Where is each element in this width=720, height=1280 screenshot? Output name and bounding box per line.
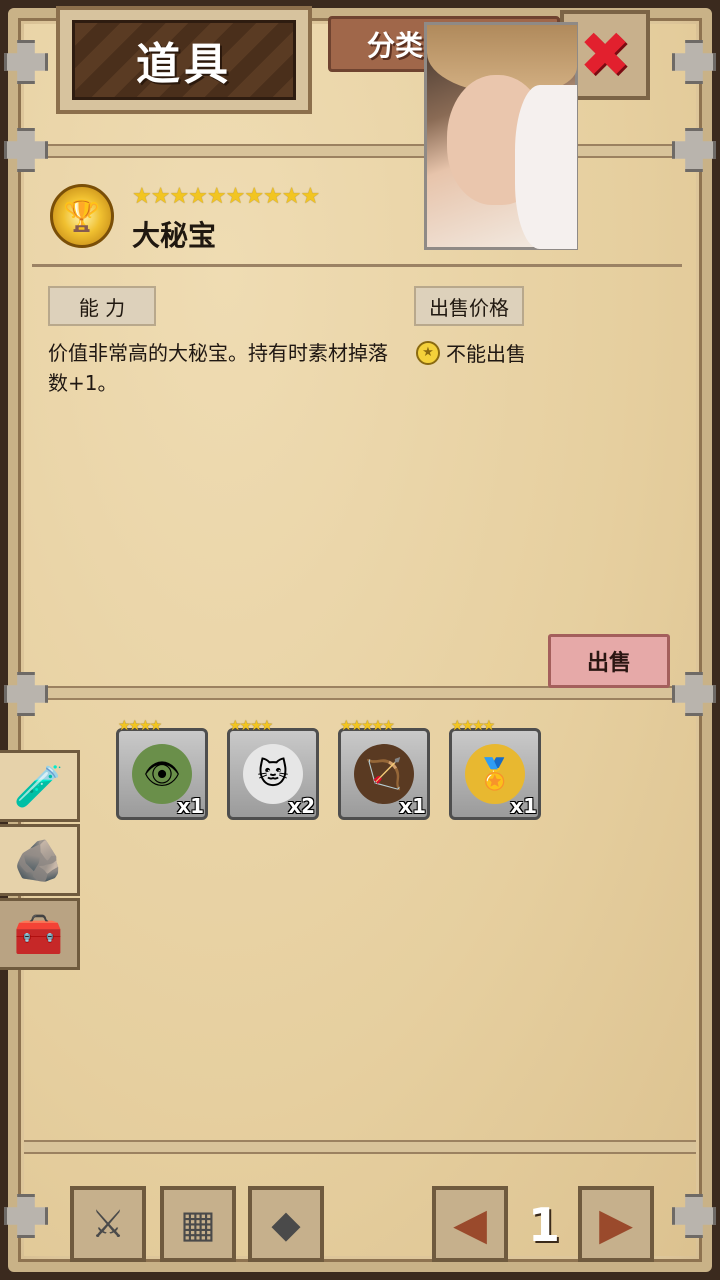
gem-icon: ◆ — [271, 1202, 301, 1246]
ability-label-text: 能 力 — [78, 295, 126, 320]
inventory-slot[interactable]: 🏅 ★★★★ x1 — [449, 718, 541, 820]
arrow-right-icon: ▶ — [599, 1198, 633, 1250]
next-page-button[interactable]: ▶ — [578, 1186, 654, 1262]
slot-stars: ★★★★★ — [340, 718, 395, 734]
title-plate: 道具 — [56, 6, 312, 114]
medal-glyph: 🏆 — [63, 198, 101, 234]
item-name: 大秘宝 — [132, 219, 217, 252]
price-value: ★ 不能出售 — [416, 338, 526, 367]
gem-filter-button[interactable]: ◆ — [248, 1186, 324, 1262]
inventory-slot[interactable]: 🐱 ★★★★ x2 — [227, 718, 319, 820]
ore-icon: 🪨 — [13, 837, 64, 884]
bottom-rule — [24, 1140, 696, 1154]
slot-count: x1 — [510, 794, 537, 818]
page-title: 道具 — [136, 39, 232, 90]
webcam-pillow — [515, 85, 577, 249]
slot-glyph: 👁 — [142, 756, 182, 792]
coin-icon: ★ — [416, 340, 440, 365]
category-label: 分类 — [367, 29, 424, 62]
slot-stars: ★★★★ — [451, 718, 495, 734]
treasure-tab[interactable]: 🧰 — [0, 898, 80, 970]
weapon-filter-button[interactable]: ⚔ — [70, 1186, 146, 1262]
armor-icon: ▦ — [180, 1202, 216, 1246]
slot-count: x1 — [399, 794, 426, 818]
arrow-left-icon: ◀ — [453, 1198, 487, 1250]
sell-button-label: 出售 — [586, 651, 631, 676]
top-rule — [24, 144, 696, 158]
crossed-swords-icon: ⚔ — [90, 1202, 126, 1246]
inventory-slot[interactable]: 🏹 ★★★★★ x1 — [338, 718, 430, 820]
sell-button[interactable]: 出售 — [548, 634, 670, 688]
armor-filter-button[interactable]: ▦ — [160, 1186, 236, 1262]
inventory-grid: 👁 ★★★★ x1 🐱 ★★★★ x2 🏹 ★★★★★ x1 🏅 ★★★★ x1 — [116, 718, 541, 820]
slot-glyph: 🏹 — [365, 756, 403, 792]
item-rarity-stars: ★★★★★★★★★★ — [132, 184, 320, 209]
inventory-slot[interactable]: 👁 ★★★★ x1 — [116, 718, 208, 820]
close-icon: ✖ — [579, 18, 631, 91]
potion-icon: 🧪 — [13, 763, 64, 810]
potion-tab[interactable]: 🧪 — [0, 750, 80, 822]
trophy-medal-icon: 🏆 — [50, 184, 114, 248]
slot-count: x2 — [288, 794, 315, 818]
ore-tab[interactable]: 🪨 — [0, 824, 80, 896]
ability-label: 能 力 — [48, 286, 156, 326]
slot-glyph: 🏅 — [476, 756, 514, 792]
chest-icon: 🧰 — [13, 911, 64, 958]
price-label-text: 出售价格 — [429, 295, 509, 320]
slot-glyph: 🐱 — [257, 756, 289, 792]
price-text: 不能出售 — [446, 342, 526, 366]
middle-rule — [24, 686, 696, 700]
title-board: 道具 — [72, 20, 296, 100]
slot-stars: ★★★★ — [229, 718, 273, 734]
prev-page-button[interactable]: ◀ — [432, 1186, 508, 1262]
ability-description: 价值非常高的大秘宝。持有时素材掉落数+1。 — [48, 341, 388, 395]
page-number: 1 — [527, 1198, 560, 1252]
header-divider — [32, 264, 682, 267]
slot-stars: ★★★★ — [118, 718, 162, 734]
price-label: 出售价格 — [414, 286, 524, 326]
webcam-overlay — [424, 22, 578, 250]
slot-count: x1 — [177, 794, 204, 818]
